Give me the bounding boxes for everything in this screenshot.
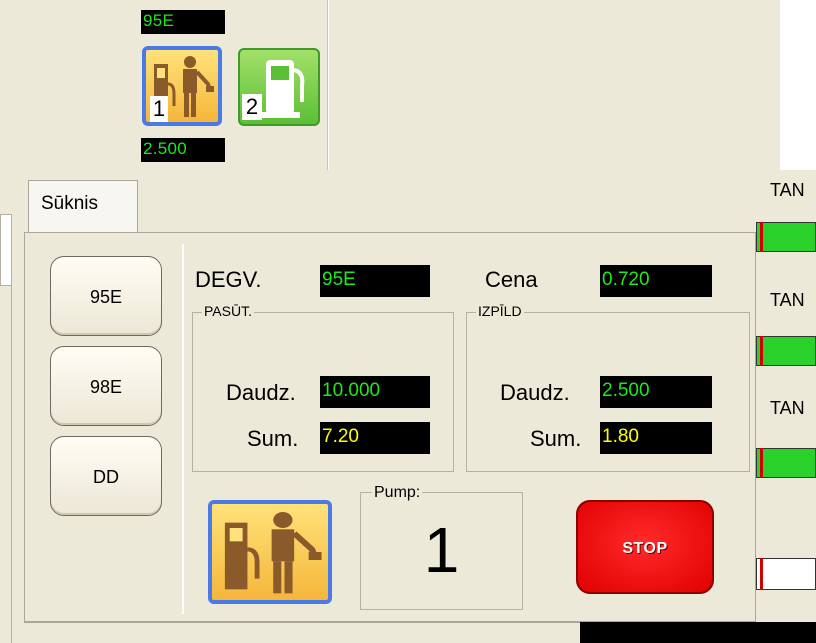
tank-marker (760, 448, 763, 478)
price-display: 0.720 (600, 265, 712, 297)
ordered-qty-label: Daudz. (226, 380, 296, 405)
fuel-button-95e[interactable]: 95E (50, 256, 162, 336)
pump1-button[interactable]: 1 (142, 46, 222, 126)
tank-marker (760, 222, 763, 252)
pump-selector-bar (0, 0, 816, 170)
ordered-title: PASŪT. (202, 303, 254, 319)
tab-suknis[interactable]: Sūknis (28, 180, 138, 234)
tank-level-bar (756, 222, 816, 252)
tank-marker (760, 336, 763, 366)
left-border (0, 286, 12, 643)
tank-label: TAN (770, 398, 805, 418)
stop-button[interactable]: STOP (576, 500, 714, 594)
tank-marker (760, 558, 763, 590)
fuel-button-98e[interactable]: 98E (50, 346, 162, 426)
pump-number-display: 1 (423, 514, 460, 586)
completed-sum-label: Sum. (530, 426, 582, 451)
pump-status-icon (208, 500, 332, 604)
completed-qty-label: Daudz. (500, 380, 570, 405)
pump2-number: 2 (242, 94, 262, 120)
fuel-attendant-icon (224, 512, 322, 594)
fuel-button-dd[interactable]: DD (50, 436, 162, 516)
top-right-area (780, 0, 816, 170)
tank-label: TAN (770, 180, 805, 200)
completed-title: IZPĪLD (476, 303, 524, 319)
tab-label: Sūknis (41, 193, 99, 214)
tank-level-bar (756, 448, 816, 478)
status-display (580, 622, 816, 643)
fuel-label: DEGV. (195, 267, 262, 292)
pump2-button[interactable]: 2 (238, 48, 320, 126)
price-label: Cena (485, 267, 538, 292)
completed-sum-display: 1.80 (600, 422, 712, 454)
ordered-sum-display: 7.20 (320, 422, 430, 454)
pump1-number: 1 (150, 96, 168, 122)
pump1-amount-display: 2.500 (141, 138, 225, 162)
left-list-panel (0, 214, 12, 286)
ordered-qty-display: 10.000 (320, 376, 430, 408)
ordered-sum-label: Sum. (247, 426, 299, 451)
status-bar (24, 622, 580, 643)
tank-level-bar (756, 336, 816, 366)
completed-qty-display: 2.500 (600, 376, 712, 408)
tank-level-bar-empty (756, 558, 816, 590)
pump-title: Pump: (372, 484, 423, 502)
fuel-display: 95E (320, 265, 430, 297)
tank-label: TAN (770, 290, 805, 310)
pump1-fuel-display: 95E (141, 10, 225, 34)
divider (328, 0, 329, 170)
